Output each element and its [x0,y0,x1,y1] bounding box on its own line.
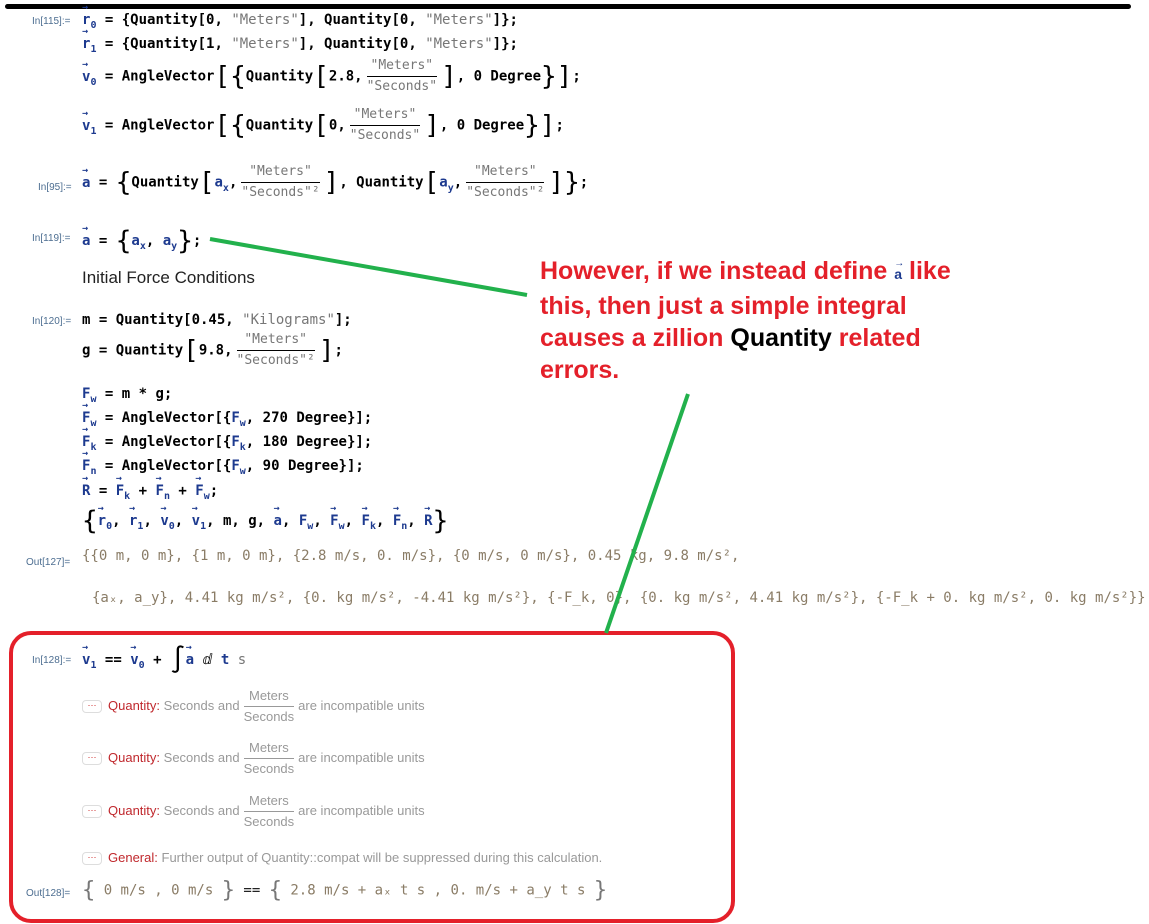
top-rule [5,4,1131,9]
input-line-a-quantity[interactable]: a = {Quantity[ax,"Meters""Seconds"²], Qu… [82,164,588,201]
message-quantity-3: ··· Quantity: Seconds and Meters Seconds are… [82,793,425,830]
a-vector-symbol: a [894,248,904,290]
input-line-list[interactable]: {r0, r1, v0, v1, m, g, a, Fw, Fw, Fk, Fn… [82,503,448,536]
input-line-g[interactable]: g = Quantity[9.8, "Meters" "Seconds"²]; [82,332,343,369]
input-line-a-symbolic[interactable]: a = {ax, ay}; [82,223,201,256]
input-line-fw[interactable]: Fw = m * g; [82,386,172,405]
cell-label-in119: In[119]:= [32,233,71,244]
output-line-127-2: {aₓ, a_y}, 4.41 kg m/s², {0. kg m/s², -4… [92,590,1146,606]
input-line-Fn-vec[interactable]: Fn = AngleVector[{Fw, 90 Degree}]; [82,448,364,477]
input-line-v0[interactable]: v0 = AngleVector[{Quantity[2.8,"Meters""… [82,58,581,95]
message-quantity-2: ··· Quantity: Seconds and Meters Seconds are… [82,740,425,777]
cell-label-in115: In[115]:= [32,16,71,27]
input-line-v1[interactable]: v1 = AngleVector[{Quantity[0,"Meters""Se… [82,107,564,144]
green-arrow-line-1 [209,237,528,297]
input-line-m[interactable]: m = Quantity[0.45, "Kilograms"]; [82,312,352,328]
message-quantity-1: ··· Quantity: Seconds and Meters Seconds are… [82,688,425,725]
section-title: Initial Force Conditions [82,268,255,287]
input-line-Fk-vec[interactable]: Fk = AngleVector[{Fk, 180 Degree}]; [82,424,372,453]
cell-label-out128: Out[128]= [26,888,71,899]
message-menu-button[interactable]: ··· [82,852,102,866]
output-line-127-1: {{0 m, 0 m}, {1 m, 0 m}, {2.8 m/s, 0. m/… [82,548,740,564]
cell-label-in95: In[95]:= [38,182,72,193]
input-line-r0[interactable]: r0 = {Quantity[0, "Meters"], Quantity[0,… [82,2,518,31]
message-menu-button[interactable]: ··· [82,700,102,713]
cell-label-in128: In[128]:= [32,655,72,666]
cell-label-out127: Out[127]= [26,557,71,568]
annotation-text: However, if we instead define a like thi… [540,248,980,386]
message-menu-button[interactable]: ··· [82,752,102,765]
output-line-128: { 0 m/s , 0 m/s } == { 2.8 m/s + aₓ t s … [82,878,608,903]
cell-label-in120: In[120]:= [32,316,72,327]
message-general: ··· General: Further output of Quantity::… [82,850,602,866]
input-line-R[interactable]: R = Fk + Fn + Fw; [82,473,218,502]
input-line-integral[interactable]: v1 == v0 + ∫a ⅆ t s [82,642,246,675]
input-line-r1[interactable]: r1 = {Quantity[1, "Meters"], Quantity[0,… [82,26,518,55]
message-menu-button[interactable]: ··· [82,805,102,818]
input-line-Fw-vec[interactable]: Fw = AngleVector[{Fw, 270 Degree}]; [82,400,372,429]
